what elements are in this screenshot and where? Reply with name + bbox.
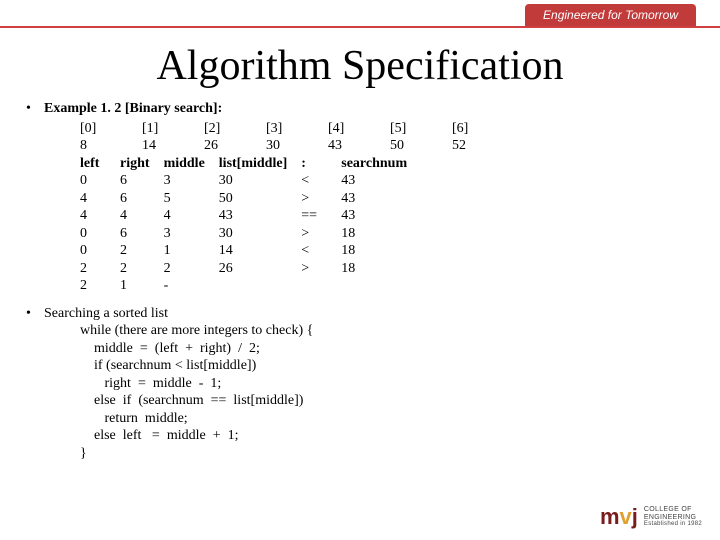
value-row: 8 14 26 30 43 50 52 bbox=[80, 137, 514, 155]
idx-cell: [0] bbox=[80, 120, 142, 138]
th-listmid: list[middle] bbox=[219, 155, 301, 173]
trace-header-row: left right middle list[middle] : searchn… bbox=[80, 155, 421, 173]
th-searchnum: searchnum bbox=[341, 155, 421, 173]
trace-row: 06330>18 bbox=[80, 225, 421, 243]
bullet-pseudocode: • Searching a sorted list while (there a… bbox=[26, 305, 694, 463]
val-cell: 43 bbox=[328, 137, 390, 155]
trace-row: 46550>43 bbox=[80, 190, 421, 208]
page-title: Algorithm Specification bbox=[0, 42, 720, 90]
th-right: right bbox=[120, 155, 164, 173]
bullet-dot: • bbox=[26, 100, 44, 295]
th-cmp: : bbox=[301, 155, 341, 173]
idx-cell: [4] bbox=[328, 120, 390, 138]
idx-cell: [1] bbox=[142, 120, 204, 138]
pseudo-code: while (there are more integers to check)… bbox=[80, 322, 694, 462]
val-cell: 8 bbox=[80, 137, 142, 155]
example-label: Example 1. 2 [Binary search]: bbox=[44, 100, 694, 118]
tagline-badge: Engineered for Tomorrow bbox=[525, 4, 696, 26]
trace-row: 21- bbox=[80, 277, 421, 295]
idx-cell: [5] bbox=[390, 120, 452, 138]
val-cell: 50 bbox=[390, 137, 452, 155]
trace-table: left right middle list[middle] : searchn… bbox=[80, 155, 421, 295]
val-cell: 26 bbox=[204, 137, 266, 155]
val-cell: 30 bbox=[266, 137, 328, 155]
th-middle: middle bbox=[164, 155, 219, 173]
bullet-example: • Example 1. 2 [Binary search]: [0] [1] … bbox=[26, 100, 694, 295]
idx-cell: [3] bbox=[266, 120, 328, 138]
bullet-dot: • bbox=[26, 305, 44, 463]
trace-row: 02114<18 bbox=[80, 242, 421, 260]
top-bar: Engineered for Tomorrow bbox=[0, 0, 720, 28]
index-row: [0] [1] [2] [3] [4] [5] [6] bbox=[80, 120, 514, 138]
trace-row: 44443==43 bbox=[80, 207, 421, 225]
val-cell: 14 bbox=[142, 137, 204, 155]
val-cell: 52 bbox=[452, 137, 514, 155]
slide-content: • Example 1. 2 [Binary search]: [0] [1] … bbox=[0, 100, 720, 462]
college-logo: mvj COLLEGE OF ENGINEERING Established i… bbox=[600, 504, 702, 530]
logo-text: COLLEGE OF ENGINEERING Established in 19… bbox=[644, 506, 702, 528]
logo-mark: mvj bbox=[600, 504, 638, 530]
array-table: [0] [1] [2] [3] [4] [5] [6] 8 14 26 30 4… bbox=[80, 120, 514, 155]
th-left: left bbox=[80, 155, 120, 173]
pseudo-heading: Searching a sorted list bbox=[44, 305, 694, 323]
trace-row: 22226>18 bbox=[80, 260, 421, 278]
trace-row: 06330<43 bbox=[80, 172, 421, 190]
idx-cell: [6] bbox=[452, 120, 514, 138]
idx-cell: [2] bbox=[204, 120, 266, 138]
